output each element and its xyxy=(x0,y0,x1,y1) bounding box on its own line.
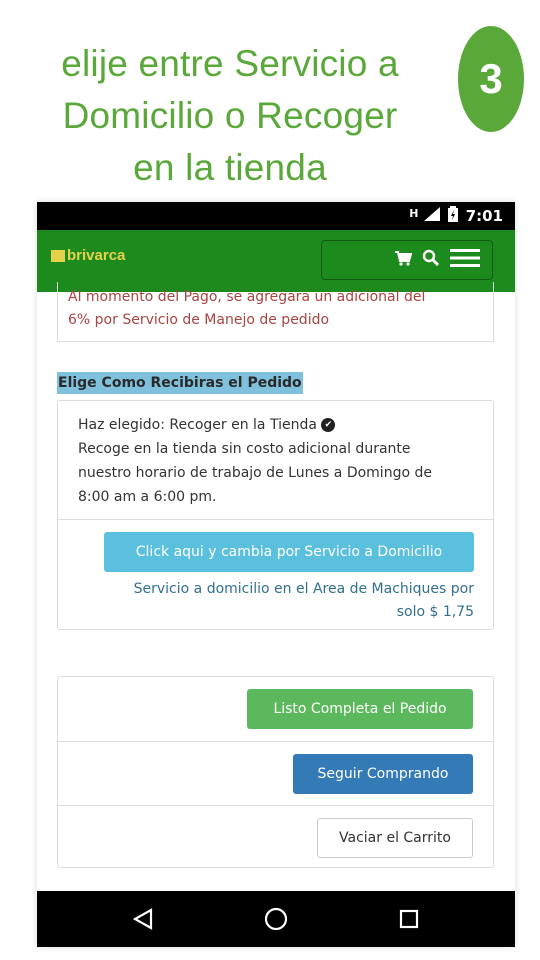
step-heading: elije entre Servicio a Domicilio o Recog… xyxy=(20,38,440,194)
menu-icon[interactable] xyxy=(450,249,480,271)
recent-apps-icon[interactable] xyxy=(395,905,423,933)
payment-notice-text: Al momento del Pago, se agregara un adic… xyxy=(68,289,426,328)
logo-mark-icon xyxy=(51,250,65,263)
empty-cart-button[interactable]: Vaciar el Carrito xyxy=(317,818,473,858)
heading-line-2: Domicilio o Recoger xyxy=(62,95,398,136)
chosen-option-text: Haz elegido: Recoger en la Tienda ✔ xyxy=(78,413,478,437)
heading-line-3: en la tienda xyxy=(133,147,327,188)
heading-line-1: elije entre Servicio a xyxy=(61,43,399,84)
signal-icon: H xyxy=(409,207,440,225)
delivery-fee-note: Servicio a domicilio en el Area de Machi… xyxy=(133,581,474,620)
check-circle-icon: ✔ xyxy=(321,418,336,432)
divider xyxy=(58,519,493,520)
back-icon[interactable] xyxy=(129,905,157,933)
action-row: Seguir Comprando xyxy=(58,741,493,806)
payment-notice-card: Al momento del Pago, se agregara un adic… xyxy=(57,282,494,342)
home-icon[interactable] xyxy=(262,905,290,933)
cart-icon[interactable] xyxy=(394,250,413,270)
cart-content: Al momento del Pago, se agregara un adic… xyxy=(37,282,515,892)
battery-icon xyxy=(447,206,458,226)
delivery-section-title: Elige Como Recibiras el Pedido xyxy=(57,372,303,394)
android-navigation-bar xyxy=(37,891,515,947)
cart-actions-card: Listo Completa el Pedido Seguir Comprand… xyxy=(57,676,494,868)
clock-time: 7:01 xyxy=(465,207,503,225)
step-number-badge: 3 xyxy=(458,26,524,132)
action-row: Listo Completa el Pedido xyxy=(58,677,493,741)
phone-screen: H 7:01 brivarca Al momento del Pago, se … xyxy=(37,202,515,947)
brand-logo[interactable]: brivarca xyxy=(51,247,125,264)
switch-to-delivery-button[interactable]: Click aqui y cambia por Servicio a Domic… xyxy=(104,532,474,572)
search-icon[interactable] xyxy=(422,249,440,271)
delivery-option-card: Haz elegido: Recoger en la Tienda ✔ Reco… xyxy=(57,400,494,630)
pickup-description: Recoge en la tienda sin costo adicional … xyxy=(78,441,432,505)
complete-order-button[interactable]: Listo Completa el Pedido xyxy=(247,689,473,729)
continue-shopping-button[interactable]: Seguir Comprando xyxy=(293,754,473,794)
action-row: Vaciar el Carrito xyxy=(58,805,493,870)
nav-toolbar xyxy=(321,240,493,280)
status-bar: H 7:01 xyxy=(37,202,515,230)
